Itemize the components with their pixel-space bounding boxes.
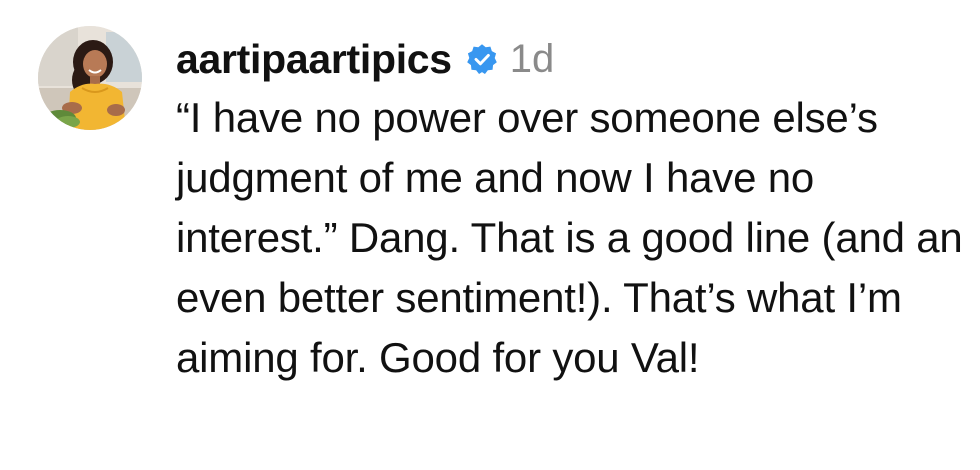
verified-badge-icon [466, 44, 497, 75]
comment-item: aartipaartipics 1d “I have no power over… [0, 0, 980, 470]
username-link[interactable]: aartipaartipics [176, 30, 452, 88]
comment-timestamp[interactable]: 1d [510, 30, 555, 88]
avatar-photo-icon [38, 26, 142, 130]
comment-content: aartipaartipics 1d “I have no power over… [176, 30, 966, 388]
comment-text: “I have no power over someone else’s jud… [176, 94, 963, 381]
avatar[interactable] [38, 26, 142, 130]
comment-header: aartipaartipics 1d [176, 30, 966, 88]
